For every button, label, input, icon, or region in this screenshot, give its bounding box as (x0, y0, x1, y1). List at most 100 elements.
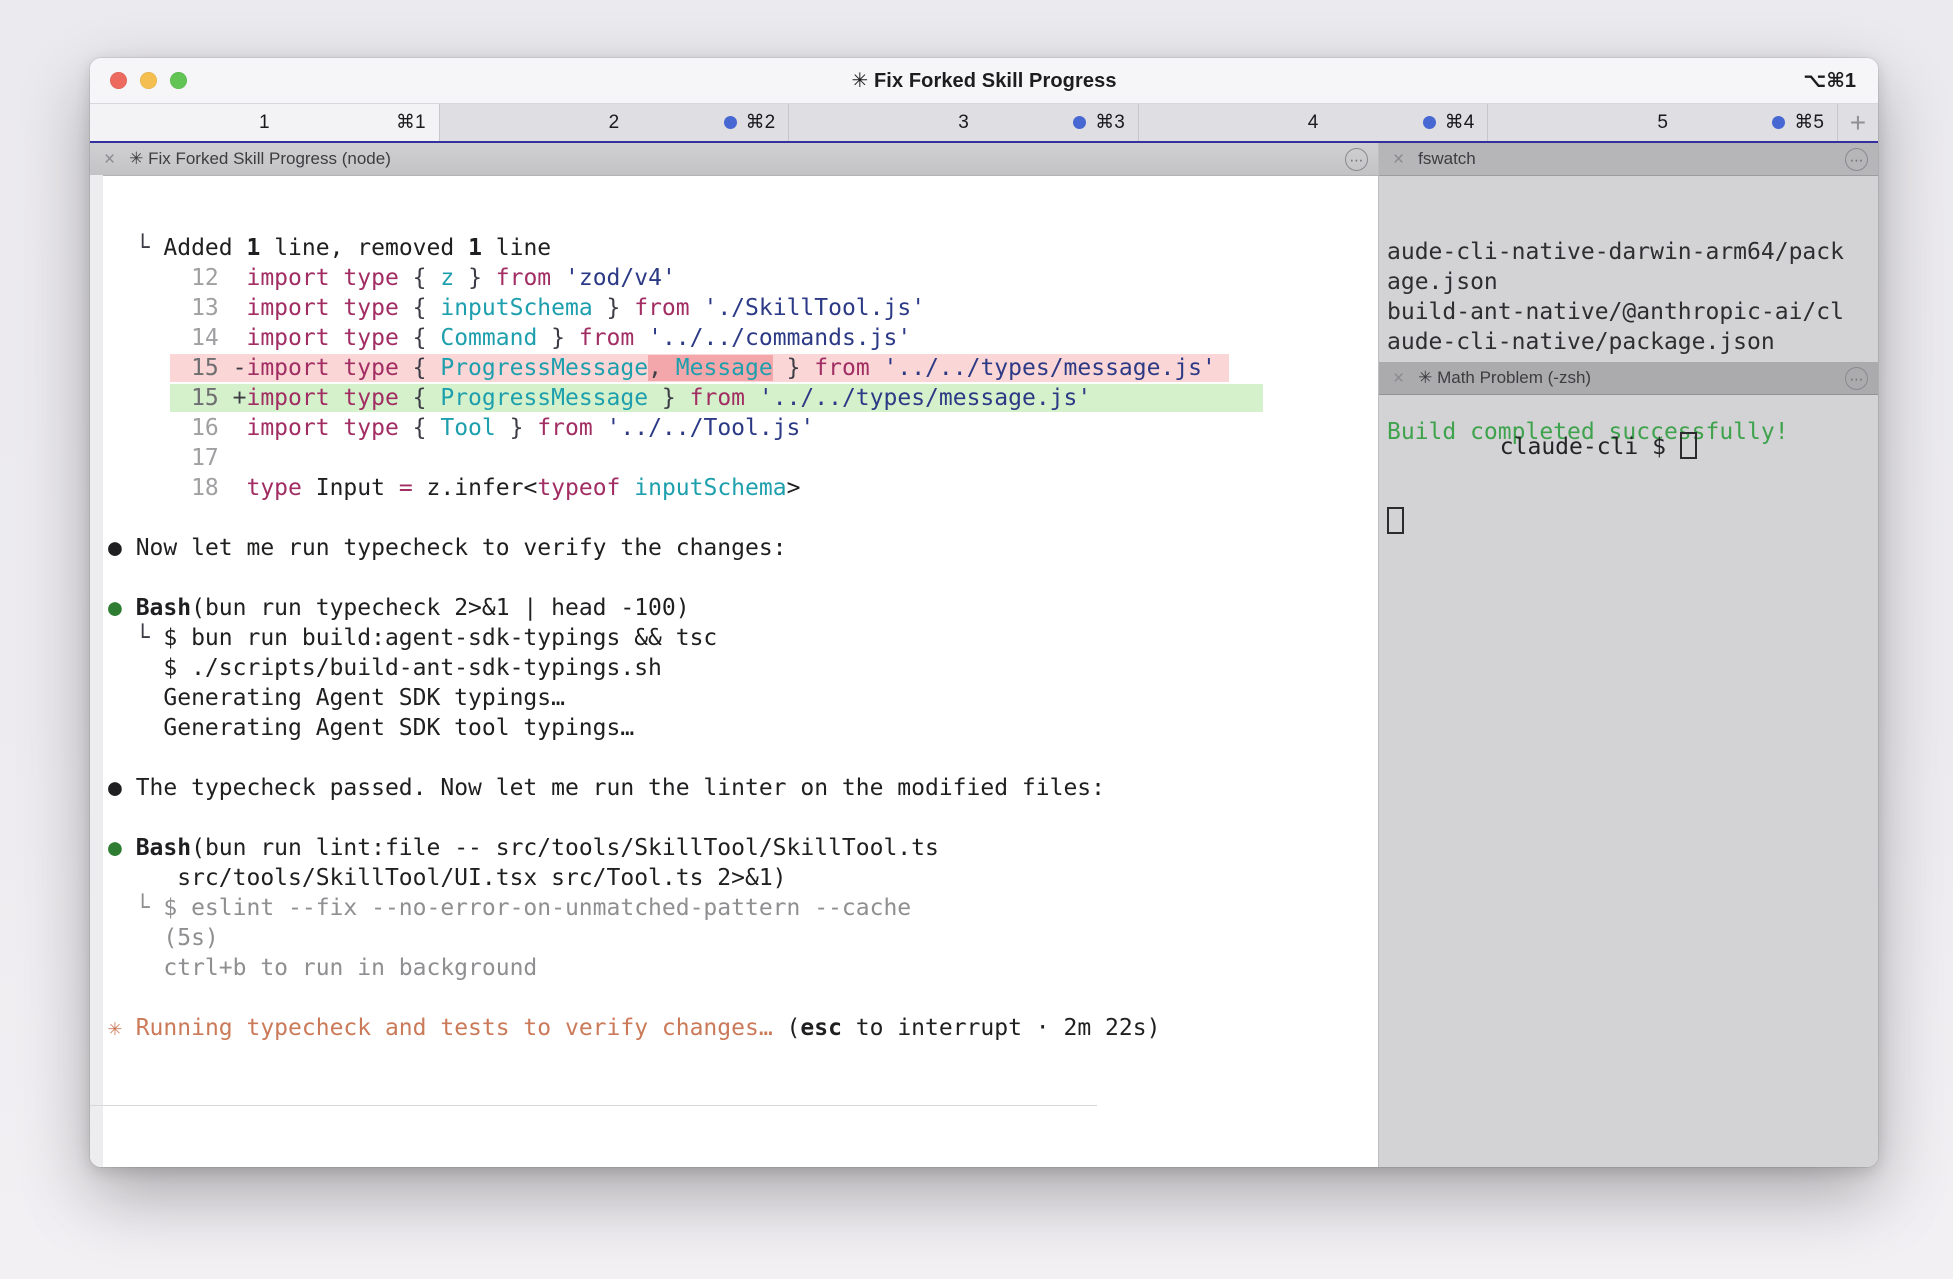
tab-5[interactable]: 5⌘5 (1488, 104, 1838, 141)
code-segment: Now let me run typecheck to verify the c… (136, 535, 787, 561)
fswatch-lines: aude-cli-native-darwin-arm64/package.jso… (1387, 237, 1870, 357)
code-segment: } (496, 415, 538, 441)
code-segment: $ bun run build:agent-sdk-typings && tsc (163, 625, 717, 651)
prompt-row[interactable]: ❯ (108, 1158, 1378, 1167)
code-segment: The typecheck passed. Now let me run the… (136, 775, 1105, 801)
pane-math-title: ✳ Math Problem (-zsh) (1418, 368, 1591, 388)
code-segment: './SkillTool.js' (703, 295, 925, 321)
activity-dot-icon (1423, 116, 1436, 129)
code-segment: from (496, 265, 565, 291)
pane-menu-button[interactable]: ⋯ (1845, 148, 1868, 171)
code-segment: 13 (108, 295, 246, 321)
terminal-line (108, 803, 1378, 833)
code-segment: ● (108, 775, 136, 801)
terminal-line (108, 983, 1378, 1013)
code-segment: 14 (108, 325, 246, 351)
activity-dot-icon (724, 116, 737, 129)
tab-shortcut: ⌘2 (724, 111, 776, 134)
terminal-line: $ ./scripts/build-ant-sdk-typings.sh (108, 653, 1378, 683)
code-segment: ● (108, 595, 136, 621)
terminal-line: 16 import type { Tool } from '../../Tool… (108, 413, 1378, 443)
code-segment: from (579, 325, 648, 351)
tab-number: 5 (1657, 112, 1668, 134)
tab-4[interactable]: 4 ⌘4 (1139, 104, 1489, 141)
code-segment: Command (440, 325, 537, 351)
code-segment: { (413, 355, 441, 381)
window-title: ✳ Fix Forked Skill Progress (851, 68, 1116, 93)
tab-1[interactable]: 1 ⌘1 (90, 104, 440, 141)
close-window-button[interactable] (110, 72, 127, 89)
pane-main-title: ✳ Fix Forked Skill Progress (node) (129, 149, 391, 169)
fswatch-line: build-ant-native/@anthropic-ai/cl (1387, 297, 1870, 327)
tab-bar: 1 ⌘1 2⌘23⌘3 4 ⌘4 5⌘5 + (90, 103, 1878, 141)
tab-2[interactable]: 2⌘2 (440, 104, 790, 141)
tab-3[interactable]: 3⌘3 (789, 104, 1139, 141)
code-segment: } (454, 265, 496, 291)
terminal-line: 18 type Input = z.infer<typeof inputSche… (108, 473, 1378, 503)
code-segment: import type (246, 325, 412, 351)
fswatch-line: age.json (1387, 267, 1870, 297)
tab-number: 1 (259, 112, 270, 134)
code-segment: type (246, 475, 315, 501)
minimize-window-button[interactable] (140, 72, 157, 89)
code-segment: 15 (108, 385, 233, 411)
code-segment: + (233, 385, 247, 411)
close-pane-icon[interactable]: × (1393, 369, 1404, 388)
new-tab-button[interactable]: + (1838, 104, 1878, 141)
code-segment: '../../commands.js' (648, 325, 911, 351)
code-segment: { (413, 265, 441, 291)
tab-number: 3 (958, 112, 969, 134)
code-segment: import type (246, 295, 412, 321)
code-segment: line (482, 235, 551, 261)
code-segment: (bun run typecheck 2>&1 | head -100) (191, 595, 690, 621)
code-segment: = (399, 475, 427, 501)
terminal-line: └ $ eslint --fix --no-error-on-unmatched… (108, 893, 1378, 923)
code-segment: import type (246, 265, 412, 291)
code-segment: import type (246, 415, 412, 441)
titlebar[interactable]: ✳ Fix Forked Skill Progress ⌥⌘1 (90, 58, 1878, 103)
terminal-output[interactable]: └ Added 1 line, removed 1 line 12 import… (90, 175, 1378, 1167)
terminal-line: 15 -import type { ProgressMessage, Messa… (108, 353, 1378, 383)
code-segment: '../../types/message.js' (759, 385, 1091, 411)
code-segment: ✳ (108, 1015, 136, 1041)
code-segment: └ (108, 895, 163, 921)
fswatch-output[interactable]: aude-cli-native-darwin-arm64/package.jso… (1379, 175, 1878, 362)
close-pane-icon[interactable]: × (1393, 150, 1404, 169)
code-segment: '../../types/message.js' (884, 355, 1216, 381)
code-segment: from (634, 295, 703, 321)
tab-shortcut: ⌘4 (1423, 111, 1475, 134)
terminal-line: 17 (108, 443, 1378, 473)
activity-dot-icon (1073, 116, 1086, 129)
code-segment: } (648, 385, 690, 411)
code-segment: Bash (136, 595, 191, 621)
zoom-window-button[interactable] (170, 72, 187, 89)
terminal-line: └ Added 1 line, removed 1 line (108, 233, 1378, 263)
code-segment: Added (163, 235, 246, 261)
code-segment: (bun run lint:file -- src/tools/SkillToo… (191, 835, 939, 861)
pane-menu-button[interactable]: ⋯ (1845, 367, 1868, 390)
code-segment: ProgressMessage (440, 385, 648, 411)
code-segment: { (413, 295, 441, 321)
pane-menu-button[interactable]: ⋯ (1345, 148, 1368, 171)
code-segment: ● (108, 835, 136, 861)
terminal-line: └ $ bun run build:agent-sdk-typings && t… (108, 623, 1378, 653)
code-segment: $ ./scripts/build-ant-sdk-typings.sh (108, 655, 662, 681)
inactive-cursor (1387, 507, 1404, 534)
pane-math-header[interactable]: × ✳ Math Problem (-zsh) ⋯ (1379, 362, 1878, 395)
code-segment: ( (787, 1015, 801, 1041)
code-segment: 18 (108, 475, 246, 501)
math-shell-output[interactable]: claude-cli $ (1379, 394, 1878, 500)
terminal-line (108, 563, 1378, 593)
tab-shortcut-label: ⌘1 (396, 111, 426, 134)
code-segment: } (773, 355, 815, 381)
code-segment: └ (108, 235, 163, 261)
pane-fswatch-header[interactable]: × fswatch ⋯ (1379, 143, 1878, 176)
window-title-text: Fix Forked Skill Progress (874, 70, 1117, 92)
shell-prompt: claude-cli $ (1500, 434, 1680, 460)
close-pane-icon[interactable]: × (104, 150, 115, 169)
code-segment: z.infer< (427, 475, 538, 501)
code-segment: esc (800, 1015, 842, 1041)
tab-number: 4 (1308, 112, 1319, 134)
code-segment: { (413, 325, 441, 351)
pane-main-header[interactable]: × ✳ Fix Forked Skill Progress (node) ⋯ (90, 143, 1378, 176)
